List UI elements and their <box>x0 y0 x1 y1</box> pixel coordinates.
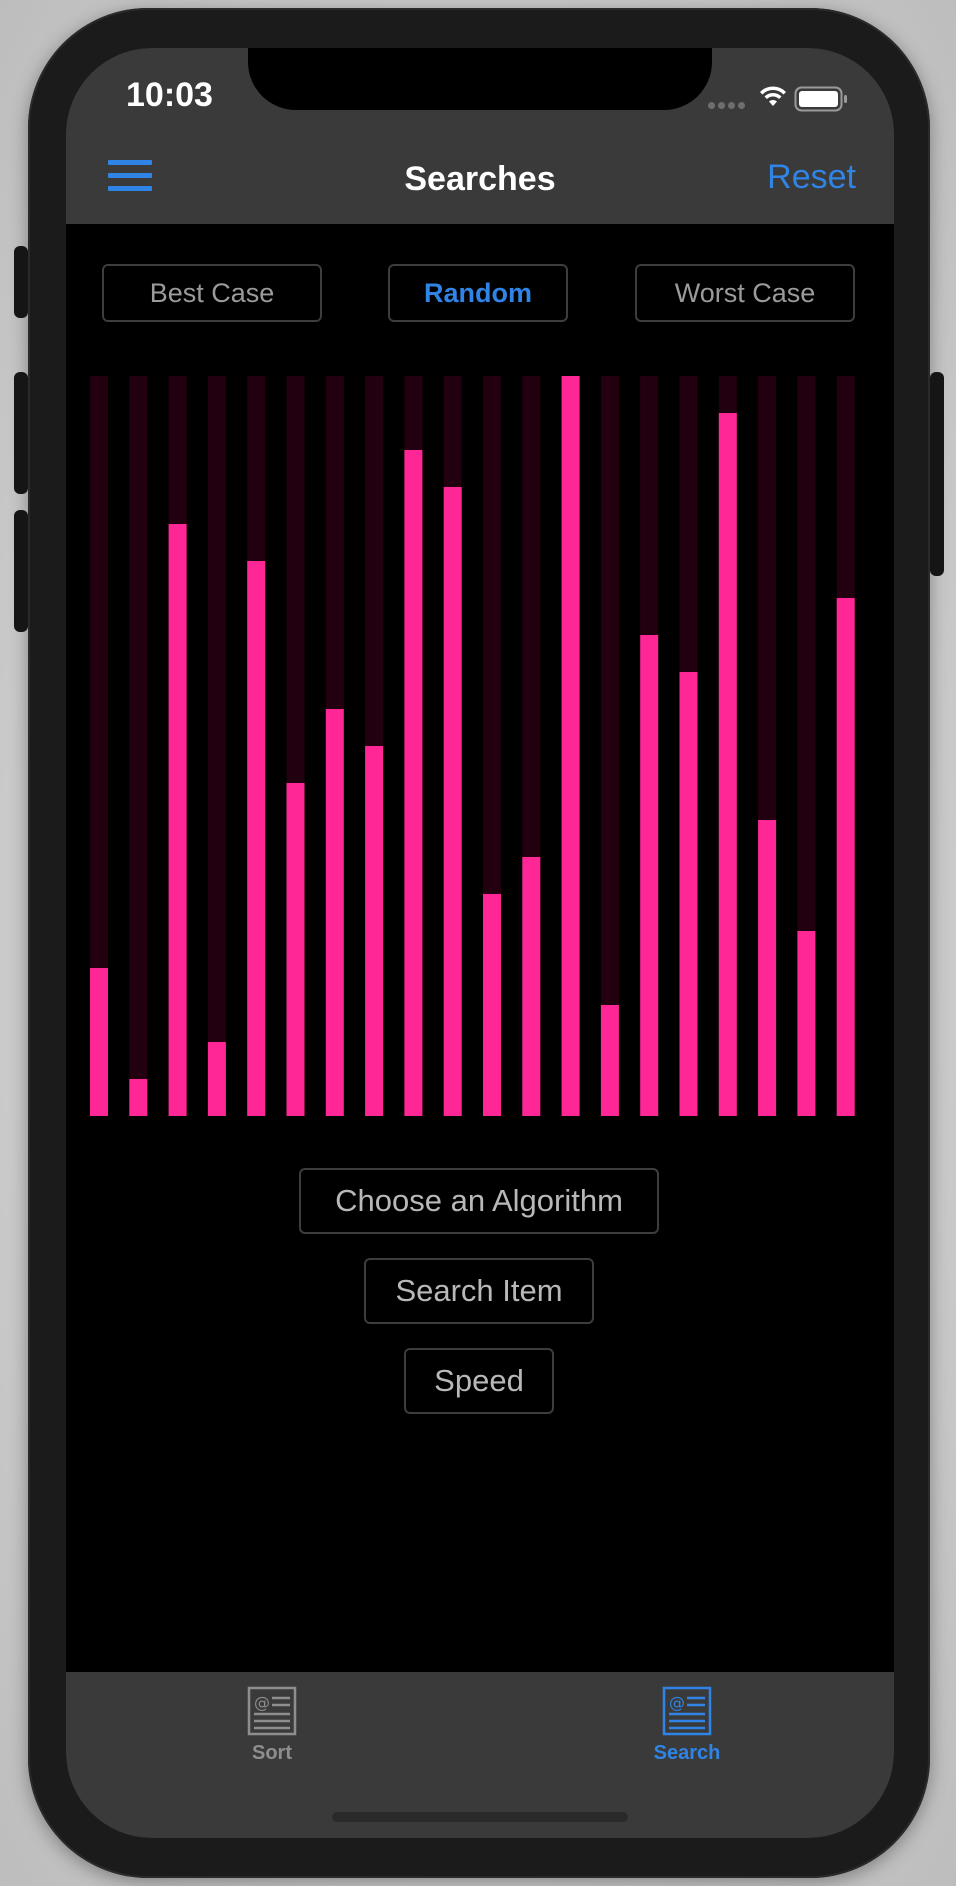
bar-8 <box>365 746 384 1116</box>
bar-6 <box>286 783 305 1116</box>
bar-1 <box>90 968 108 1116</box>
svg-text:@: @ <box>669 1693 685 1712</box>
cellular-signal-icon <box>708 96 748 114</box>
notch <box>248 48 712 110</box>
tab-sort[interactable]: @ Sort <box>212 1686 332 1786</box>
bar-15 <box>640 635 659 1116</box>
bar-13 <box>561 376 580 1116</box>
volume-down-button <box>14 510 28 632</box>
bar-19 <box>797 931 816 1116</box>
navigation-bar: 10:03 Searches Reset <box>66 48 894 224</box>
bar-17 <box>718 413 737 1116</box>
status-time: 10:03 <box>126 76 213 114</box>
bar-18 <box>758 820 777 1116</box>
home-indicator <box>332 1812 628 1822</box>
bar-3 <box>168 524 187 1116</box>
article-icon: @ <box>247 1686 297 1736</box>
bar-9 <box>404 450 423 1116</box>
screen: 10:03 Searches Reset Best Case Random Wo… <box>66 48 894 1838</box>
worst-case-button[interactable]: Worst Case <box>635 264 855 322</box>
tab-search-label: Search <box>653 1742 721 1764</box>
bar-4 <box>207 1042 226 1116</box>
bar-16 <box>679 672 698 1116</box>
bar-20 <box>836 598 855 1116</box>
svg-text:@: @ <box>254 1693 270 1712</box>
random-button[interactable]: Random <box>388 264 568 322</box>
tab-sort-label: Sort <box>252 1742 292 1764</box>
volume-up-button <box>14 372 28 494</box>
bar-track <box>207 376 226 1116</box>
choose-algorithm-button[interactable]: Choose an Algorithm <box>299 1168 659 1234</box>
tab-search[interactable]: @ Search <box>627 1686 747 1786</box>
bar-10 <box>443 487 462 1116</box>
status-icons <box>708 84 858 114</box>
bar-7 <box>325 709 344 1116</box>
wifi-icon <box>760 86 786 106</box>
bar-14 <box>600 1005 619 1116</box>
best-case-button[interactable]: Best Case <box>102 264 322 322</box>
battery-icon <box>794 86 847 112</box>
speed-button[interactable]: Speed <box>404 1348 554 1414</box>
bar-12 <box>522 857 541 1116</box>
bar-chart-svg <box>90 376 855 1116</box>
bar-5 <box>247 561 266 1116</box>
article-icon: @ <box>662 1686 712 1736</box>
bar-11 <box>483 894 501 1116</box>
bar-chart <box>90 376 870 1116</box>
reset-button[interactable]: Reset <box>767 158 856 197</box>
bar-2 <box>129 1079 148 1116</box>
silent-switch <box>14 246 28 318</box>
bar-track <box>129 376 148 1116</box>
power-button <box>930 372 944 576</box>
search-item-button[interactable]: Search Item <box>364 1258 594 1324</box>
